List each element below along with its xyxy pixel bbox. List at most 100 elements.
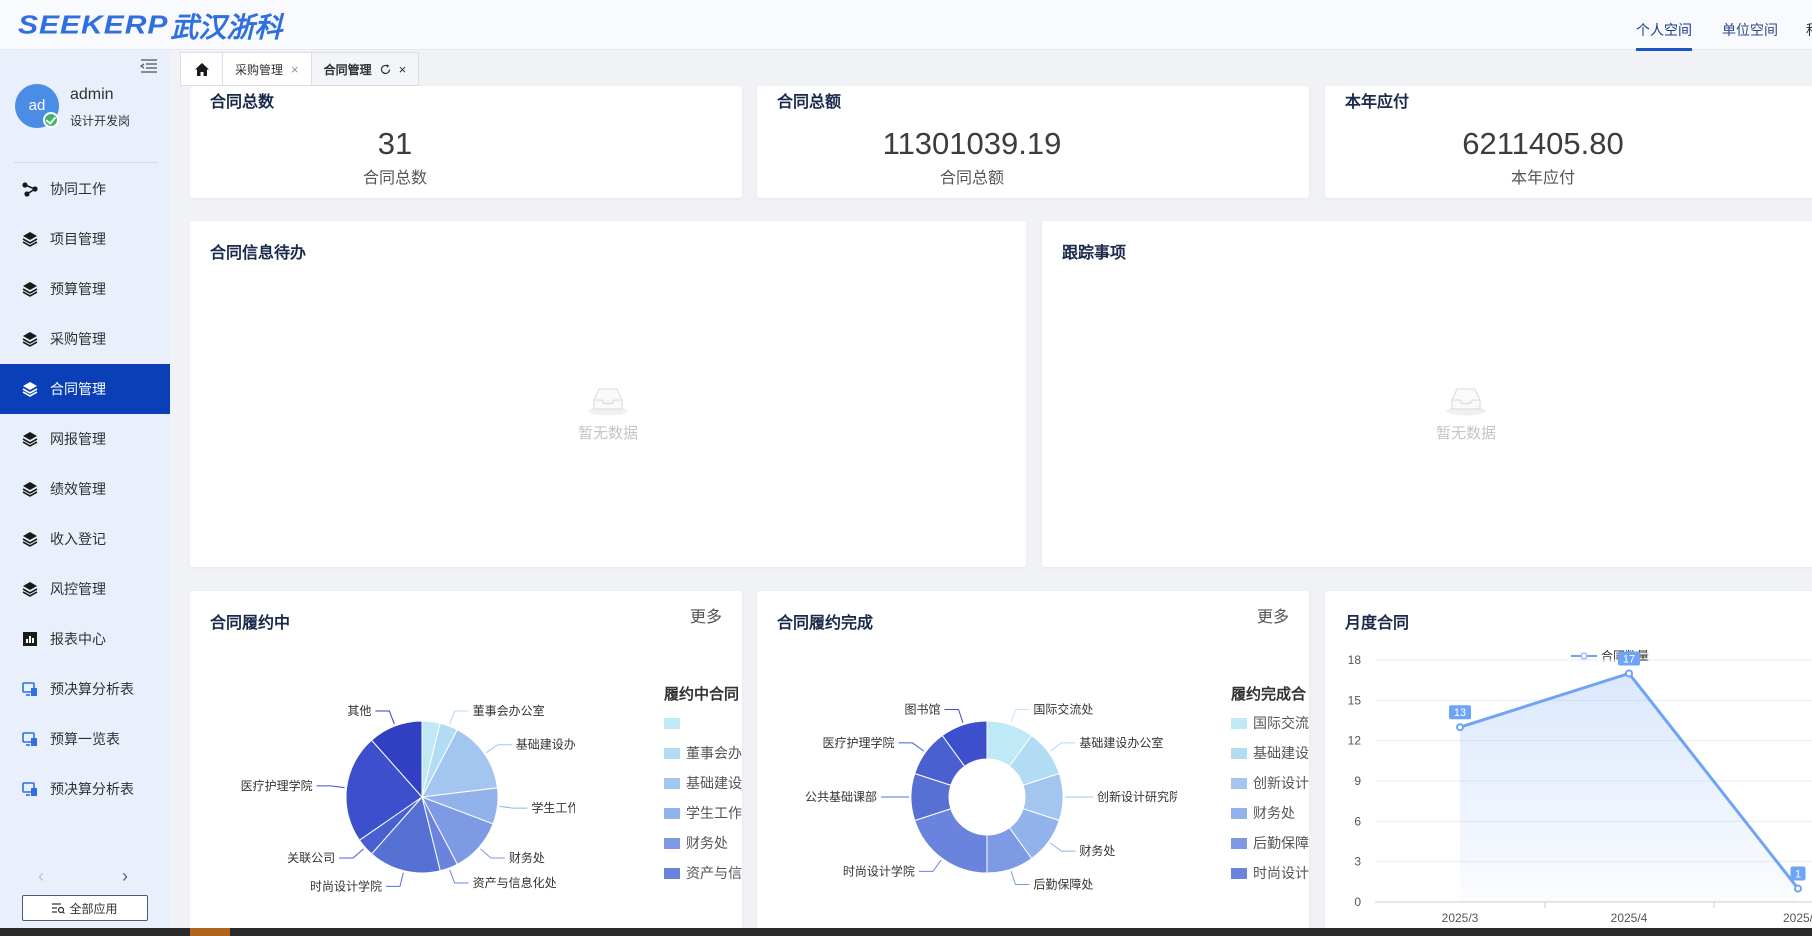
- legend-label: 董事会办: [686, 745, 742, 761]
- sidebar-item-7[interactable]: 收入登记: [0, 514, 170, 564]
- legend-label: 基础建设: [686, 775, 742, 791]
- label-line: [449, 869, 469, 884]
- sidebar-item-label: 预决算分析表: [50, 681, 134, 697]
- legend-label: 财务处: [686, 835, 728, 851]
- legend-item[interactable]: 基础建设: [664, 768, 742, 798]
- pie-slice[interactable]: [914, 808, 988, 874]
- legend-item[interactable]: 国际交流: [1231, 708, 1309, 738]
- online-check-icon: [43, 112, 59, 128]
- empty-inbox-icon: [588, 388, 628, 416]
- legend-item[interactable]: 财务处: [1231, 798, 1309, 828]
- legend-swatch: [664, 807, 680, 819]
- line-chart-monthly: 合同数量0369121518132025/3172025/412025/: [1348, 648, 1812, 925]
- data-point[interactable]: [1625, 669, 1633, 678]
- tab-home[interactable]: [180, 52, 222, 86]
- legend-swatch: [1231, 747, 1247, 759]
- close-icon[interactable]: ×: [291, 62, 299, 77]
- slice-label: 医疗护理学院: [241, 778, 313, 793]
- sidebar-item-2[interactable]: 预算管理: [0, 264, 170, 314]
- slice-label: 时尚设计学院: [843, 863, 915, 878]
- sidebar-item-5[interactable]: 网报管理: [0, 414, 170, 464]
- legend-item[interactable]: [664, 708, 742, 738]
- empty-text: 暂无数据: [1435, 425, 1496, 442]
- more-link[interactable]: 更多: [690, 603, 722, 627]
- data-point[interactable]: [1794, 884, 1802, 893]
- sidebar-item-9[interactable]: 报表中心: [0, 614, 170, 664]
- legend-item[interactable]: 创新设计: [1231, 768, 1309, 798]
- chart-title: 月度合同: [1345, 615, 1410, 632]
- y-tick-label: 6: [1354, 814, 1361, 828]
- all-apps-button[interactable]: 全部应用: [22, 895, 148, 921]
- sidebar-item-label: 预算管理: [50, 281, 106, 297]
- user-name: admin: [70, 86, 114, 103]
- legend-item[interactable]: 基础建设: [1231, 738, 1309, 768]
- legend-swatch: [1231, 807, 1247, 819]
- sidebar-item-0[interactable]: 协同工作: [0, 164, 170, 214]
- card-title: 合同总额: [777, 94, 842, 111]
- slice-label: 时尚设计学院: [310, 878, 382, 893]
- slice-label: 董事会办公室: [473, 703, 545, 718]
- sidebar-item-10[interactable]: 预决算分析表: [0, 664, 170, 714]
- chevron-right-icon[interactable]: ›: [122, 866, 128, 887]
- legend-item[interactable]: 学生工作: [664, 798, 742, 828]
- monitor-icon: [22, 781, 38, 797]
- share-icon: [22, 181, 38, 197]
- more-link[interactable]: 更多: [1257, 603, 1289, 627]
- y-tick-label: 0: [1354, 895, 1361, 909]
- label-line: [499, 805, 528, 809]
- sidebar-item-11[interactable]: 预算一览表: [0, 714, 170, 764]
- data-point[interactable]: [1456, 723, 1464, 732]
- sidebar-item-label: 预决算分析表: [50, 781, 134, 797]
- label-line: [316, 785, 345, 789]
- sidebar-item-label: 绩效管理: [50, 481, 106, 497]
- sidebar-item-3[interactable]: 采购管理: [0, 314, 170, 364]
- legend-item[interactable]: 董事会办: [664, 738, 742, 768]
- label-line: [898, 742, 925, 752]
- layers-icon: [22, 381, 38, 397]
- tab-procurement[interactable]: 采购管理 ×: [222, 52, 311, 86]
- card-title: 合同总数: [210, 94, 275, 111]
- chevron-left-icon[interactable]: ‹: [38, 866, 44, 887]
- legend-item[interactable]: 后勤保障: [1231, 828, 1309, 858]
- sidebar-item-label: 采购管理: [50, 331, 106, 347]
- sidebar: ad admin 设计开发岗 协同工作 项目管理 预算管理 采购管理 合同管理 网报管理绩…: [0, 50, 170, 936]
- label-line: [449, 710, 469, 725]
- layers-icon: [22, 481, 38, 497]
- close-icon[interactable]: ×: [399, 62, 407, 77]
- data-label: 13: [1454, 707, 1466, 719]
- nav-item-cut[interactable]: 科: [1806, 20, 1812, 40]
- sidebar-item-label: 网报管理: [50, 431, 106, 447]
- x-tick-label: 2025/4: [1611, 911, 1648, 925]
- legend-item[interactable]: 财务处: [664, 828, 742, 858]
- legend-swatch: [1231, 717, 1247, 729]
- legend-swatch: [664, 717, 680, 729]
- sidebar-item-label: 收入登记: [50, 531, 106, 547]
- legend-item[interactable]: 资产与信: [664, 858, 742, 888]
- label-line: [485, 744, 512, 754]
- sidebar-item-6[interactable]: 绩效管理: [0, 464, 170, 514]
- label-line: [1010, 709, 1030, 723]
- sidebar-item-4[interactable]: 合同管理: [0, 364, 170, 414]
- sidebar-item-12[interactable]: 预决算分析表: [0, 764, 170, 814]
- all-apps-label: 全部应用: [69, 901, 118, 916]
- nav-unit-space[interactable]: 单位空间: [1722, 20, 1778, 40]
- taskbar-strip: [0, 928, 1812, 936]
- chart-title: 合同履约完成: [777, 615, 874, 632]
- sidebar-item-label: 报表中心: [50, 631, 106, 647]
- label-line: [480, 848, 505, 859]
- refresh-icon[interactable]: [380, 63, 391, 75]
- collapse-menu-icon[interactable]: [140, 58, 158, 74]
- tab-contract[interactable]: 合同管理 ×: [310, 52, 420, 86]
- legend-item[interactable]: 时尚设计: [1231, 858, 1309, 888]
- label-line: [1049, 742, 1076, 752]
- layers-icon: [22, 331, 38, 347]
- sidebar-item-1[interactable]: 项目管理: [0, 214, 170, 264]
- list-search-icon: [52, 902, 66, 914]
- sidebar-item-8[interactable]: 风控管理: [0, 564, 170, 614]
- stat-label: 合同总额: [939, 170, 1004, 187]
- slice-label: 国际交流处: [1033, 702, 1093, 717]
- label-line: [918, 859, 942, 872]
- nav-personal-space[interactable]: 个人空间: [1636, 20, 1692, 51]
- stat-card-annual-payable: 本年应付 6211405.80 本年应付: [1325, 86, 1812, 198]
- slice-label: 公共基础课部: [805, 789, 877, 804]
